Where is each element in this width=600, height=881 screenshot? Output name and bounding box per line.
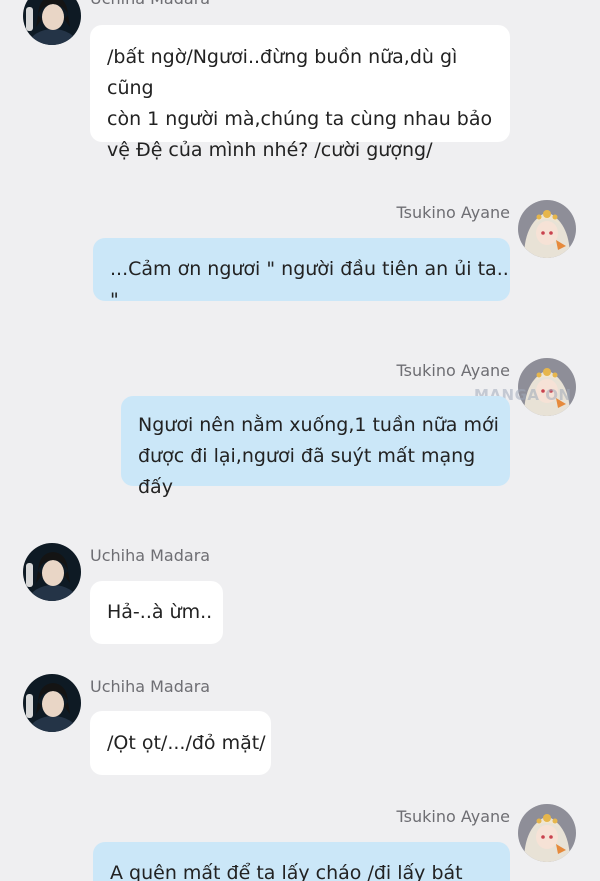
avatar-tsukino-ayane[interactable] — [518, 200, 576, 258]
avatar-uchiha-madara[interactable] — [23, 674, 81, 732]
sender-name: Uchiha Madara — [90, 0, 210, 8]
chat-thread: /bất ngờ/Ngươi..đừng buồn nữa,dù gì cũng… — [0, 0, 600, 881]
message-bubble[interactable]: /Ọt ọt/.../đỏ mặt/ — [90, 711, 271, 775]
message-bubble[interactable]: Ngươi nên nằm xuống,1 tuần nữa mới được … — [121, 396, 510, 498]
avatar-uchiha-madara[interactable] — [23, 0, 81, 45]
message-bubble[interactable]: ...Cảm ơn ngươi " người đầu tiên an ủi t… — [93, 238, 510, 311]
sender-name: Tsukino Ayane — [396, 361, 510, 380]
avatar-uchiha-madara[interactable] — [23, 543, 81, 601]
sender-name: Tsukino Ayane — [396, 807, 510, 826]
sender-name: Tsukino Ayane — [396, 203, 510, 222]
sender-name: Uchiha Madara — [90, 677, 211, 696]
sender-name: Uchiha Madara — [90, 546, 211, 565]
avatar-tsukino-ayane[interactable] — [518, 804, 576, 862]
message-bubble[interactable]: /bất ngờ/Ngươi..đừng buồn nữa,dù gì cũng… — [90, 25, 510, 161]
message-bubble[interactable]: Hả-..à ừm.. — [90, 581, 223, 644]
message-bubble[interactable]: A quên mất để ta lấy cháo /đi lấy bát ch… — [93, 842, 510, 881]
